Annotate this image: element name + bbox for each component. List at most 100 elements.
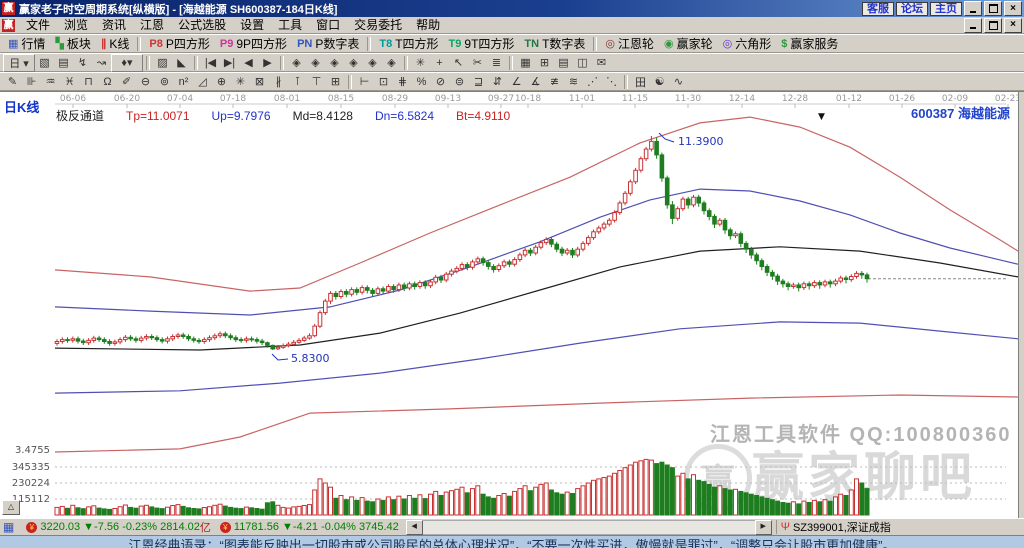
menu-江恩[interactable]: 江恩 [133,17,171,33]
draw-pen-button[interactable]: ✎ [3,74,22,90]
gold-ratio-button[interactable]: ⊜ [450,74,469,90]
box-tool-button[interactable]: ⊓ [79,74,98,90]
crosshair-button[interactable]: + [430,55,449,71]
menu-交易委托[interactable]: 交易委托 [347,17,409,33]
customer-service-link[interactable]: 客服 [862,2,894,16]
shenzhen-index-panel[interactable]: ¥ 11781.56 ▼-4.21 -0.04% 3745.42 [214,520,402,534]
pen2-tool-button[interactable]: ✐ [117,74,136,90]
edit-tool-button[interactable]: ✂ [468,55,487,71]
last-bar-button[interactable]: ▶| [220,55,239,71]
percent-tool-button[interactable]: % [412,74,431,90]
chart-canvas[interactable]: 赢 赢家聊吧 江恩工具软件 QQ:100800360 06-0606-2007-… [0,91,1024,518]
pattern-tool-button[interactable]: ≣ [487,55,506,71]
homepage-link[interactable]: 主页 [930,2,962,16]
wave3-tool-button[interactable]: ≋ [564,74,583,90]
angle2-button[interactable]: ∡ [526,74,545,90]
pan-hand-button[interactable]: ✳ [411,55,430,71]
cycle-tool-button[interactable]: ⊚ [155,74,174,90]
field-grid-button[interactable]: 田 [631,74,650,90]
calendar-button[interactable]: ▦ [516,55,535,71]
chart-scrollbar[interactable]: ◀ ▶ [406,520,772,534]
scroll-left-button[interactable]: ◀ [406,520,423,535]
dot-box-button[interactable]: ⊡ [374,74,393,90]
restore-button[interactable] [984,1,1002,16]
child-restore-button[interactable] [984,18,1002,33]
fence-tool-button[interactable]: ⊢ [355,74,374,90]
forum-link[interactable]: 论坛 [896,2,928,16]
kline-mode-button[interactable]: ▨ [153,55,172,71]
menu-浏览[interactable]: 浏览 [57,17,95,33]
circle-tool-button[interactable]: ⊖ [136,74,155,90]
comb-tool-button[interactable]: ⊺ [288,74,307,90]
gann-diamond-1-button[interactable]: ◈ [287,55,306,71]
scroll-right-button[interactable]: ▶ [755,520,772,535]
gann-diamond-4-button[interactable]: ◈ [344,55,363,71]
gann-diamond-3-button[interactable]: ◈ [325,55,344,71]
t-table-button[interactable]: TNT数字表 [519,36,590,52]
notes-button[interactable]: ▤ [554,55,573,71]
close-button[interactable]: × [1004,1,1022,16]
mail-button[interactable]: ✉ [592,55,611,71]
gann-wheel-button[interactable]: ◎江恩轮 [600,36,659,52]
child-minimize-button[interactable] [964,18,982,33]
updown-tool-button[interactable]: ⇵ [488,74,507,90]
kline-button[interactable]: ∥K线 [96,36,135,52]
t-square-button[interactable]: T8T四方形 [374,36,443,52]
gann-diamond-2-button[interactable]: ◈ [306,55,325,71]
scrollbar-track[interactable] [423,520,755,535]
menu-帮助[interactable]: 帮助 [409,17,447,33]
n2-tool-button[interactable]: n² [174,74,193,90]
save-layout-button[interactable]: ◫ [573,55,592,71]
menu-窗口[interactable]: 窗口 [309,17,347,33]
shanghai-index-panel[interactable]: ¥ 3220.03 ▼-7.56 -0.23% 2814.02亿 [20,520,214,534]
gann-diamond-6-button[interactable]: ◈ [382,55,401,71]
ratio-tool-button[interactable]: ⋕ [393,74,412,90]
gann-grid-button[interactable]: ⊪ [22,74,41,90]
trend-tool-button[interactable]: ↯ [73,55,92,71]
next-bar-button[interactable]: ▶ [258,55,277,71]
dots-up-button[interactable]: ⋰ [583,74,602,90]
wave2-tool-button[interactable]: ♓ [60,74,79,90]
market-quotes-button[interactable]: ▦行情 [3,36,50,52]
band-tool-button[interactable]: ⊒ [469,74,488,90]
child-close-button[interactable]: × [1004,18,1022,33]
angle1-button[interactable]: ∠ [507,74,526,90]
winner-service-button[interactable]: $赢家服务 [776,36,843,52]
candle-style-selector[interactable]: ♦▾ [111,54,143,72]
menu-工具[interactable]: 工具 [271,17,309,33]
trend-tool2-button[interactable]: ↝ [92,55,111,71]
sine-wave-button[interactable]: ∿ [669,74,688,90]
sectors-button[interactable]: ▚板块 [50,36,95,52]
pointer-button[interactable]: ↖ [449,55,468,71]
period-selector[interactable]: 日 ▾ [3,54,35,72]
minimize-button[interactable] [964,1,982,16]
p-table-button[interactable]: PNP数字表 [292,36,364,52]
slash-circle-button[interactable]: ⊘ [431,74,450,90]
9p-square-button[interactable]: P99P四方形 [215,36,292,52]
pane-toggle-button[interactable]: △ [2,500,20,515]
flag-tool-button[interactable]: ◣ [172,55,191,71]
p-square-button[interactable]: P8P四方形 [144,36,214,52]
prev-bar-button[interactable]: ◀ [239,55,258,71]
yinyang-button[interactable]: ☯ [650,74,669,90]
angle-tool-button[interactable]: Ω [98,74,117,90]
market-grid-icon[interactable]: ▦ [3,520,14,534]
window-layout-button[interactable]: ▧ [35,55,54,71]
menu-文件[interactable]: 文件 [19,17,57,33]
first-bar-button[interactable]: |◀ [201,55,220,71]
current-security-panel[interactable]: Ψ SZ399001,深证成指 [776,520,1024,534]
menu-公式选股[interactable]: 公式选股 [171,17,233,33]
star-tool-button[interactable]: ✳ [231,74,250,90]
grid-box-button[interactable]: ⊠ [250,74,269,90]
wave-tool-button[interactable]: ♒ [41,74,60,90]
fan-tool-button[interactable]: ≇ [545,74,564,90]
menu-资讯[interactable]: 资讯 [95,17,133,33]
triangle-tool-button[interactable]: ◿ [193,74,212,90]
tee-tool-button[interactable]: ⊤ [307,74,326,90]
hexagon-button[interactable]: ◎六角形 [718,36,777,52]
gann-diamond-5-button[interactable]: ◈ [363,55,382,71]
winner-wheel-button[interactable]: ◉赢家轮 [659,36,718,52]
gann-circle-button[interactable]: ⊕ [212,74,231,90]
menu-设置[interactable]: 设置 [233,17,271,33]
dots-down-button[interactable]: ⋱ [602,74,621,90]
